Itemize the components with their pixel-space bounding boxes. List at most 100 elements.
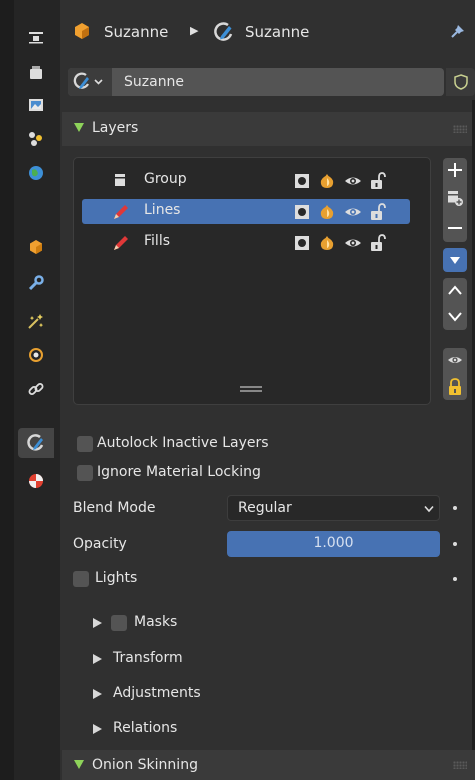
opacity-label: Opacity xyxy=(73,536,127,552)
object-icon xyxy=(30,240,42,254)
tab-constraints[interactable] xyxy=(18,374,54,404)
eye-icon[interactable] xyxy=(344,236,362,250)
tab-grease-pencil-data[interactable] xyxy=(18,428,54,458)
drag-grip-icon[interactable] xyxy=(453,125,467,133)
arrow-up-icon xyxy=(448,285,462,295)
lock-icon xyxy=(449,378,461,395)
tab-material[interactable] xyxy=(18,466,54,496)
material-icon xyxy=(29,474,43,488)
autolock-label: Autolock Inactive Layers xyxy=(97,435,269,451)
lights-label: Lights xyxy=(95,570,138,586)
add-group-button[interactable] xyxy=(443,186,467,210)
datablock-name-input[interactable]: Suzanne xyxy=(124,74,184,90)
specials-menu-button[interactable] xyxy=(443,248,467,272)
onion-skin-icon[interactable] xyxy=(318,172,336,190)
layer-list[interactable] xyxy=(73,157,431,405)
masks-checkbox[interactable] xyxy=(111,615,127,631)
collapse-triangle-icon[interactable] xyxy=(93,689,102,699)
mask-icon[interactable] xyxy=(294,204,310,220)
list-item-group[interactable]: Group xyxy=(82,168,410,193)
unlock-icon[interactable] xyxy=(370,203,386,221)
layer-name: Lines xyxy=(144,202,181,218)
autolock-checkbox[interactable] xyxy=(77,436,93,452)
opacity-slider[interactable]: 1.000 xyxy=(227,531,440,557)
mask-icon[interactable] xyxy=(294,173,310,189)
collapse-triangle-icon[interactable] xyxy=(93,618,102,628)
chevron-down-icon xyxy=(450,257,460,264)
onion-skin-icon[interactable] xyxy=(318,203,336,221)
subpanel-adjustments[interactable]: Adjustments xyxy=(113,685,201,701)
pin-icon[interactable] xyxy=(449,22,467,40)
list-item-fills[interactable]: Fills xyxy=(82,230,410,255)
breadcrumb-data-name: Suzanne xyxy=(245,23,310,41)
subpanel-relations[interactable]: Relations xyxy=(113,720,177,736)
isolate-visibility-button[interactable] xyxy=(443,348,467,372)
breadcrumb-object-name: Suzanne xyxy=(104,23,169,41)
onion-panel-title: Onion Skinning xyxy=(92,757,198,773)
lights-checkbox[interactable] xyxy=(73,571,89,587)
shield-icon xyxy=(453,74,468,90)
object-data-icon xyxy=(75,23,89,39)
tab-shader-fx[interactable] xyxy=(18,306,54,336)
tab-scene[interactable] xyxy=(18,158,54,188)
blend-mode-label: Blend Mode xyxy=(73,500,156,516)
animate-property-dot[interactable] xyxy=(453,577,457,581)
blend-mode-select[interactable]: Regular xyxy=(227,495,440,521)
grease-pencil-data-icon xyxy=(27,434,44,451)
isolate-lock-button[interactable] xyxy=(443,375,467,399)
eye-icon[interactable] xyxy=(344,174,362,188)
mask-icon[interactable] xyxy=(294,235,310,251)
ignore-material-label: Ignore Material Locking xyxy=(97,464,261,480)
drag-grip-icon[interactable] xyxy=(453,761,467,769)
opacity-value: 1.000 xyxy=(313,535,354,551)
grease-pencil-browse-icon xyxy=(73,72,103,89)
layer-group-icon xyxy=(115,174,125,186)
list-resize-handle[interactable] xyxy=(240,386,262,392)
animate-property-dot[interactable] xyxy=(453,542,457,546)
onion-skin-icon[interactable] xyxy=(318,234,336,252)
add-layer-button[interactable] xyxy=(443,158,467,182)
tab-render[interactable] xyxy=(18,58,54,88)
unlock-icon[interactable] xyxy=(370,172,386,190)
tab-tool[interactable] xyxy=(18,22,54,52)
tab-output[interactable] xyxy=(18,90,54,120)
tab-object[interactable] xyxy=(18,232,54,262)
layer-name: Group xyxy=(144,171,187,187)
subpanel-transform[interactable]: Transform xyxy=(113,650,183,666)
modifier-icon xyxy=(28,275,44,291)
tab-modifiers[interactable] xyxy=(18,268,54,298)
eye-icon[interactable] xyxy=(344,205,362,219)
browse-datablock-button[interactable] xyxy=(68,68,112,96)
layer-name: Fills xyxy=(144,233,170,249)
output-icon xyxy=(29,99,43,111)
tab-physics[interactable] xyxy=(18,340,54,370)
unlock-icon[interactable] xyxy=(370,234,386,252)
tool-icon xyxy=(29,32,43,44)
move-down-button[interactable] xyxy=(443,305,467,329)
list-item-lines[interactable]: Lines xyxy=(82,199,410,224)
shader-fx-icon xyxy=(28,314,44,329)
layers-panel-header[interactable]: Layers xyxy=(62,112,475,146)
stroke-layer-icon xyxy=(114,236,128,250)
tab-view-layer[interactable] xyxy=(18,124,54,154)
remove-layer-button[interactable] xyxy=(443,216,467,240)
scene-icon xyxy=(29,166,43,180)
collapse-triangle-icon[interactable] xyxy=(93,724,102,734)
constraint-icon xyxy=(28,383,44,395)
eye-icon xyxy=(448,357,462,363)
render-icon xyxy=(30,66,42,79)
blend-mode-value: Regular xyxy=(238,500,292,516)
minus-icon xyxy=(448,227,462,229)
ignore-material-checkbox[interactable] xyxy=(77,465,93,481)
layers-panel-title: Layers xyxy=(92,120,139,136)
move-up-button[interactable] xyxy=(443,278,467,302)
stroke-layer-icon xyxy=(114,205,128,219)
expand-triangle-icon xyxy=(74,123,84,132)
animate-property-dot[interactable] xyxy=(453,506,457,510)
subpanel-masks[interactable]: Masks xyxy=(134,614,177,630)
collapse-triangle-icon[interactable] xyxy=(93,654,102,664)
onion-skinning-panel-header[interactable]: Onion Skinning xyxy=(62,750,475,780)
arrow-down-icon xyxy=(448,312,462,322)
expand-triangle-icon xyxy=(74,760,84,769)
fake-user-button[interactable] xyxy=(446,68,475,96)
